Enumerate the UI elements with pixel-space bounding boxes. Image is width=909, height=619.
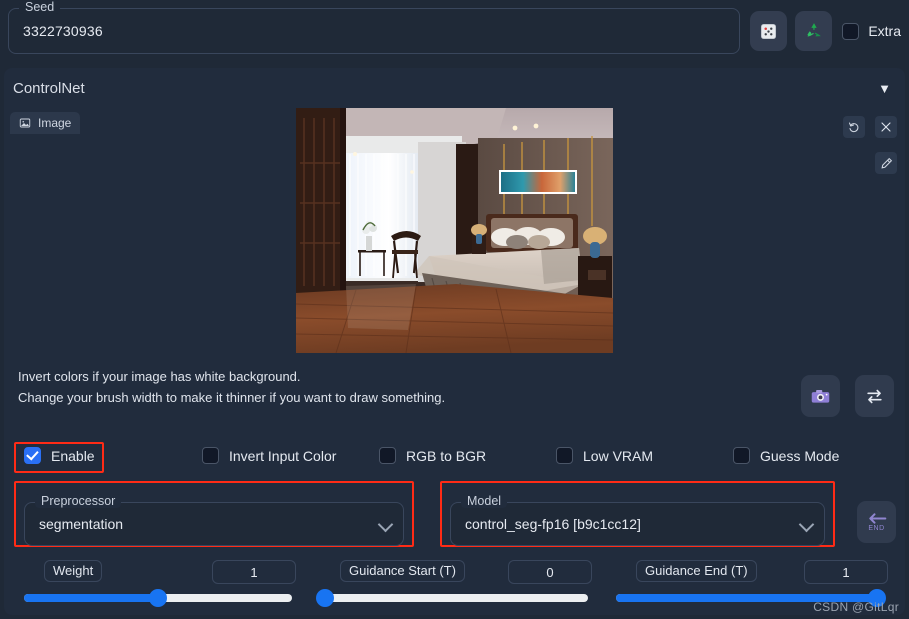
chevron-down-icon[interactable] [798,516,815,533]
rgb-to-bgr-checkbox[interactable] [379,447,396,464]
model-value: control_seg-fp16 [b9c1cc12] [465,516,641,532]
enable-checkbox[interactable] [24,447,41,464]
edit-button[interactable] [875,152,897,174]
arrow-left-end-icon [868,512,886,524]
refresh-button-caption: END [868,524,885,532]
app-root: Seed 3322730936 Extra ControlNet ▼ Image… [0,0,909,619]
panel-title: ControlNet [13,79,85,97]
checkbox-low-vram-label: Low VRAM [583,447,654,464]
image-tab[interactable]: Image [10,112,81,134]
checkbox-enable-label: Enable [51,447,95,464]
checkbox-invert-input-color[interactable]: Invert Input Color [202,447,336,464]
seed-label: Seed [19,0,61,14]
webcam-button[interactable] [801,375,840,417]
options-checkbox-row: Enable Invert Input Color RGB to BGR Low… [0,442,909,475]
slider-guidance-start-track[interactable] [320,594,588,602]
swap-button[interactable] [855,375,894,417]
chevron-down-icon[interactable] [377,516,394,533]
swap-arrows-icon [867,389,882,403]
camera-icon [811,389,830,403]
hint-text: Invert colors if your image has white ba… [18,366,445,408]
checkbox-low-vram[interactable]: Low VRAM [556,447,653,464]
checkbox-guess-mode-label: Guess Mode [760,447,840,464]
extra-checkbox[interactable] [842,22,860,40]
slider-weight-label: Weight [44,560,103,582]
close-button[interactable] [875,116,897,138]
preprocessor-select[interactable]: Preprocessor segmentation [24,494,404,546]
slider-guidance-start-thumb[interactable] [316,589,334,607]
reuse-seed-button[interactable] [795,11,833,51]
checkbox-rgb-to-bgr-label: RGB to BGR [406,447,487,464]
model-select[interactable]: Model control_seg-fp16 [b9c1cc12] [450,494,825,546]
checkbox-enable[interactable]: Enable [24,447,95,464]
close-icon [881,122,891,132]
slider-guidance-end-label: Guidance End (T) [636,560,757,582]
slider-guidance-start-label: Guidance Start (T) [340,560,465,582]
pencil-edit-icon [880,157,892,169]
slider-guidance-start-value[interactable]: 0 [508,560,592,584]
checkbox-rgb-to-bgr[interactable]: RGB to BGR [379,447,486,464]
image-tool-buttons [837,116,897,175]
hint-line-1: Invert colors if your image has white ba… [18,369,301,384]
slider-weight-value[interactable]: 1 [212,560,296,584]
hint-line-2: Change your brush width to make it thinn… [18,390,446,405]
slider-weight-thumb[interactable] [149,589,167,607]
guess-mode-checkbox[interactable] [733,447,750,464]
controlnet-image-preview[interactable] [296,108,613,353]
extra-checkbox-group[interactable]: Extra [842,22,901,40]
checkbox-invert-input-color-label: Invert Input Color [229,447,337,464]
preprocessor-value: segmentation [39,516,124,532]
preprocessor-label: Preprocessor [35,494,122,508]
controlnet-header[interactable]: ControlNet ▼ [4,68,905,108]
checkbox-guess-mode[interactable]: Guess Mode [733,447,839,464]
image-tab-label: Image [38,116,72,130]
seed-value: 3322730936 [23,23,103,39]
undo-icon [848,122,858,133]
undo-button[interactable] [842,116,865,138]
dice-icon [761,23,777,39]
seed-row: Seed 3322730936 Extra [0,0,909,62]
invert-input-color-checkbox[interactable] [202,447,219,464]
extra-label: Extra [868,23,901,39]
slider-weight-fill [24,594,158,602]
watermark: CSDN @GitLqr [813,600,899,614]
recycle-icon [807,23,821,37]
seed-input[interactable]: Seed 3322730936 [8,0,741,54]
slider-guidance-end-value[interactable]: 1 [804,560,888,584]
model-label: Model [461,494,508,508]
low-vram-checkbox[interactable] [556,447,573,464]
bedroom-render-image [296,108,613,353]
refresh-models-button[interactable]: END [857,501,896,543]
randomize-seed-button[interactable] [750,11,788,51]
picture-icon [19,118,31,128]
caret-down-icon[interactable]: ▼ [878,82,891,95]
